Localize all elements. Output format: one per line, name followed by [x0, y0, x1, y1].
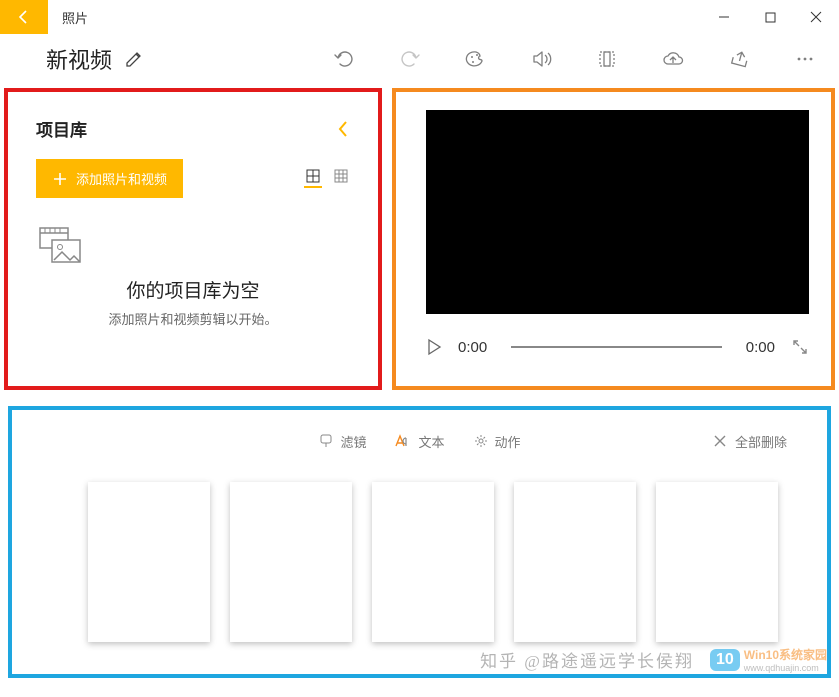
motion-label: 动作 [495, 432, 521, 451]
storyboard-panel: 滤镜 文本 动作 全部删除 [8, 406, 831, 678]
speaker-icon [531, 49, 553, 69]
media-empty-icon [36, 226, 84, 266]
motion-icon [473, 433, 489, 449]
audio-button[interactable] [531, 49, 553, 69]
storyboard-clips [32, 482, 807, 642]
storyboard-clip-slot[interactable] [372, 482, 494, 642]
view-small-button[interactable] [332, 170, 350, 188]
rename-button[interactable] [124, 49, 144, 69]
more-icon [795, 49, 815, 69]
add-media-button[interactable]: 添加照片和视频 [36, 159, 183, 198]
x-icon [713, 434, 727, 448]
cloud-button[interactable] [661, 49, 685, 69]
video-preview[interactable] [426, 110, 809, 314]
maximize-button[interactable] [747, 0, 793, 34]
arrow-left-icon [16, 9, 32, 25]
project-title: 新视频 [46, 43, 112, 75]
add-media-label: 添加照片和视频 [76, 169, 167, 188]
minimize-button[interactable] [701, 0, 747, 34]
storyboard-clip-slot[interactable] [230, 482, 352, 642]
library-title: 项目库 [36, 116, 87, 141]
storyboard-clip-slot[interactable] [88, 482, 210, 642]
filters-label: 滤镜 [340, 432, 366, 451]
aspect-button[interactable] [597, 49, 617, 69]
text-button[interactable]: 文本 [394, 432, 444, 451]
view-large-button[interactable] [304, 170, 322, 188]
close-icon [810, 11, 822, 23]
seek-bar[interactable] [511, 346, 722, 348]
palette-icon [465, 49, 487, 69]
plus-icon [52, 171, 68, 187]
play-icon [426, 338, 442, 356]
collapse-library-button[interactable] [336, 118, 350, 140]
delete-all-button[interactable]: 全部删除 [713, 432, 787, 451]
redo-button[interactable] [399, 49, 421, 69]
text-label: 文本 [418, 432, 444, 451]
maximize-icon [765, 12, 776, 23]
preview-panel: 0:00 0:00 [392, 88, 835, 390]
current-time: 0:00 [458, 339, 487, 356]
theme-button[interactable] [465, 49, 487, 69]
grid-small-icon [334, 169, 348, 183]
close-button[interactable] [793, 0, 839, 34]
storyboard-clip-slot[interactable] [656, 482, 778, 642]
filters-button[interactable]: 滤镜 [318, 432, 366, 451]
expand-icon [791, 338, 809, 356]
fullscreen-button[interactable] [791, 338, 809, 356]
play-button[interactable] [426, 338, 442, 356]
grid-large-icon [306, 169, 320, 183]
undo-button[interactable] [333, 49, 355, 69]
storyboard-clip-slot[interactable] [514, 482, 636, 642]
aspect-ratio-icon [597, 49, 617, 69]
app-title: 照片 [62, 8, 88, 27]
more-button[interactable] [795, 49, 815, 69]
redo-icon [399, 49, 421, 69]
undo-icon [333, 49, 355, 69]
library-empty-title: 你的项目库为空 [36, 276, 350, 303]
motion-button[interactable]: 动作 [473, 432, 521, 451]
chevron-left-icon [336, 118, 350, 140]
share-button[interactable] [729, 49, 751, 69]
pencil-icon [124, 49, 144, 69]
cloud-upload-icon [661, 49, 685, 69]
text-icon [394, 433, 412, 449]
minimize-icon [718, 11, 730, 23]
library-panel: 项目库 添加照片和视频 [4, 88, 382, 390]
library-empty-state: 你的项目库为空 添加照片和视频剪辑以开始。 [36, 226, 350, 328]
back-button[interactable] [0, 0, 48, 34]
window-controls [701, 0, 839, 34]
library-empty-subtitle: 添加照片和视频剪辑以开始。 [36, 309, 350, 328]
delete-all-label: 全部删除 [735, 432, 787, 451]
share-icon [729, 49, 751, 69]
filter-icon [318, 433, 334, 449]
total-time: 0:00 [746, 339, 775, 356]
